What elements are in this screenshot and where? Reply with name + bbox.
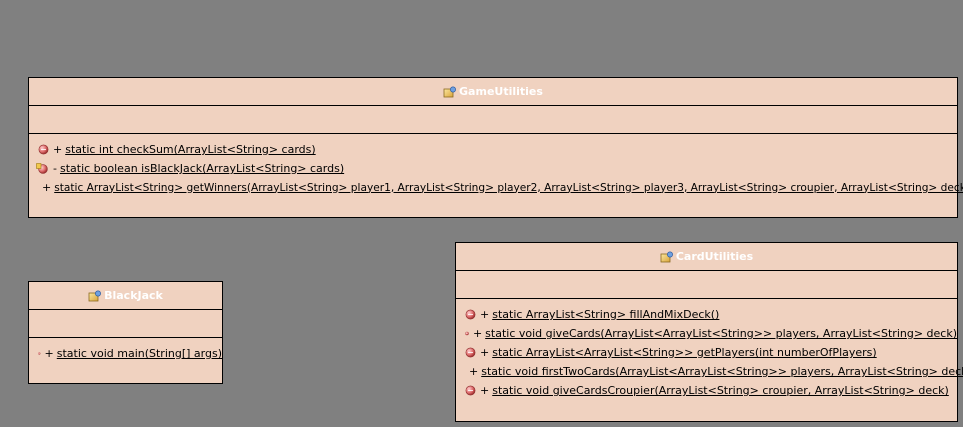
methods-compartment: + static int checkSum(ArrayList<String> … — [29, 134, 963, 197]
method-signature: static void firstTwoCards(ArrayList<Arra… — [481, 365, 963, 378]
methods-compartment: + static ArrayList<String> fillAndMixDec… — [456, 299, 963, 400]
public-method-icon — [465, 331, 469, 336]
method-get-players[interactable]: + static ArrayList<ArrayList<String>> ge… — [456, 343, 957, 362]
public-method-icon — [465, 347, 476, 358]
visibility-marker: + — [480, 384, 490, 397]
class-name: BlackJack — [104, 289, 163, 302]
class-box-black-jack[interactable]: BlackJack + static void main(String[] ar… — [28, 281, 223, 384]
method-give-cards[interactable]: + static void giveCards(ArrayList<ArrayL… — [456, 324, 957, 343]
public-method-icon — [465, 309, 476, 320]
public-method-icon — [38, 352, 41, 355]
method-signature: static void main(String[] args) — [56, 347, 222, 360]
visibility-marker: + — [480, 346, 490, 359]
method-signature: static ArrayList<ArrayList<String>> getP… — [492, 346, 877, 359]
method-first-two-cards[interactable]: + static void firstTwoCards(ArrayList<Ar… — [456, 362, 963, 381]
method-is-black-jack[interactable]: - static boolean isBlackJack(ArrayList<S… — [29, 159, 957, 178]
class-name: GameUtilities — [459, 85, 543, 98]
method-signature: static boolean isBlackJack(ArrayList<Str… — [59, 162, 345, 175]
visibility-marker: + — [42, 181, 52, 194]
method-check-sum[interactable]: + static int checkSum(ArrayList<String> … — [29, 140, 957, 159]
method-give-cards-croupier[interactable]: + static void giveCardsCroupier(ArrayLis… — [456, 381, 957, 400]
method-main[interactable]: + static void main(String[] args) — [29, 344, 222, 363]
public-method-icon — [38, 144, 49, 155]
class-box-card-utilities[interactable]: CardUtilities + static ArrayList<String>… — [455, 242, 963, 422]
attributes-compartment — [29, 106, 957, 134]
methods-compartment: + static void main(String[] args) — [29, 338, 222, 363]
visibility-marker: + — [480, 308, 490, 321]
visibility-marker: + — [472, 327, 483, 340]
method-signature: static void giveCards(ArrayList<ArrayLis… — [485, 327, 957, 340]
public-method-icon — [465, 385, 476, 396]
class-header: GameUtilities — [29, 78, 957, 106]
visibility-marker: + — [469, 365, 479, 378]
class-header: CardUtilities — [456, 243, 957, 271]
class-header: BlackJack — [29, 282, 222, 310]
attributes-compartment — [456, 271, 957, 299]
method-fill-and-mix-deck[interactable]: + static ArrayList<String> fillAndMixDec… — [456, 305, 957, 324]
class-icon — [88, 290, 102, 301]
private-method-icon — [36, 163, 48, 174]
method-signature: static ArrayList<String> fillAndMixDeck(… — [492, 308, 720, 321]
class-icon — [443, 86, 456, 97]
visibility-marker: - — [53, 162, 57, 175]
method-get-winners[interactable]: + static ArrayList<String> getWinners(Ar… — [29, 178, 963, 197]
method-signature: static void giveCardsCroupier(ArrayList<… — [492, 384, 949, 397]
visibility-marker: + — [53, 143, 63, 156]
attributes-compartment — [29, 310, 222, 338]
class-box-game-utilities[interactable]: GameUtilities + static int checkSum(Arra… — [28, 77, 963, 218]
visibility-marker: + — [44, 347, 54, 360]
class-name: CardUtilities — [675, 250, 754, 263]
method-signature: static ArrayList<String> getWinners(Arra… — [54, 181, 963, 194]
method-signature: static int checkSum(ArrayList<String> ca… — [65, 143, 316, 156]
class-icon — [660, 251, 673, 262]
